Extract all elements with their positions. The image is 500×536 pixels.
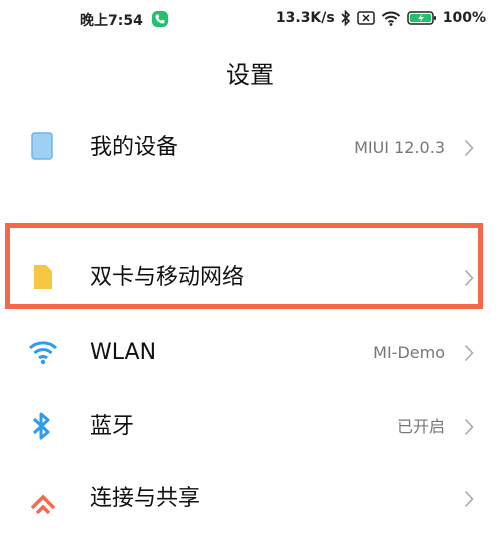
connection-share-icon xyxy=(28,482,56,515)
sim-off-icon xyxy=(356,11,375,25)
settings-item-value: 已开启 xyxy=(396,417,445,436)
net-speed: 13.3K/s xyxy=(275,10,335,26)
highlight-box xyxy=(5,223,483,309)
settings-item-wlan[interactable]: WLAN MI-Demo xyxy=(0,316,500,390)
bluetooth-status-icon xyxy=(341,10,351,26)
wifi-status-icon xyxy=(381,10,401,26)
device-icon xyxy=(28,131,56,163)
page-title: 设置 xyxy=(226,61,274,89)
chevron-right-icon xyxy=(464,344,474,366)
chevron-right-icon xyxy=(464,139,474,161)
battery-charging-icon xyxy=(406,10,437,26)
settings-item-bluetooth[interactable]: 蓝牙 已开启 xyxy=(0,390,500,464)
status-bar: 晚上7:54 13.3K/s 100% xyxy=(0,0,500,40)
settings-item-value: MIUI 12.0.3 xyxy=(354,138,445,157)
settings-item-label: 连接与共享 xyxy=(90,486,201,511)
call-icon xyxy=(152,11,168,27)
chevron-right-icon xyxy=(464,418,474,440)
wifi-icon xyxy=(28,336,58,368)
settings-item-value: MI-Demo xyxy=(373,343,445,362)
bluetooth-icon xyxy=(28,410,56,442)
battery-percent: 100% xyxy=(442,10,486,26)
settings-item-label: 蓝牙 xyxy=(90,414,135,439)
settings-item-label: WLAN xyxy=(90,340,157,365)
settings-item-my-device[interactable]: 我的设备 MIUI 12.0.3 xyxy=(0,111,500,185)
status-time: 晚上7:54 xyxy=(80,13,143,29)
chevron-right-icon xyxy=(464,490,474,512)
status-indicators: 13.3K/s 100% xyxy=(276,10,486,26)
settings-item-connection-sharing[interactable]: 连接与共享 xyxy=(0,462,500,536)
settings-item-label: 我的设备 xyxy=(90,135,179,160)
